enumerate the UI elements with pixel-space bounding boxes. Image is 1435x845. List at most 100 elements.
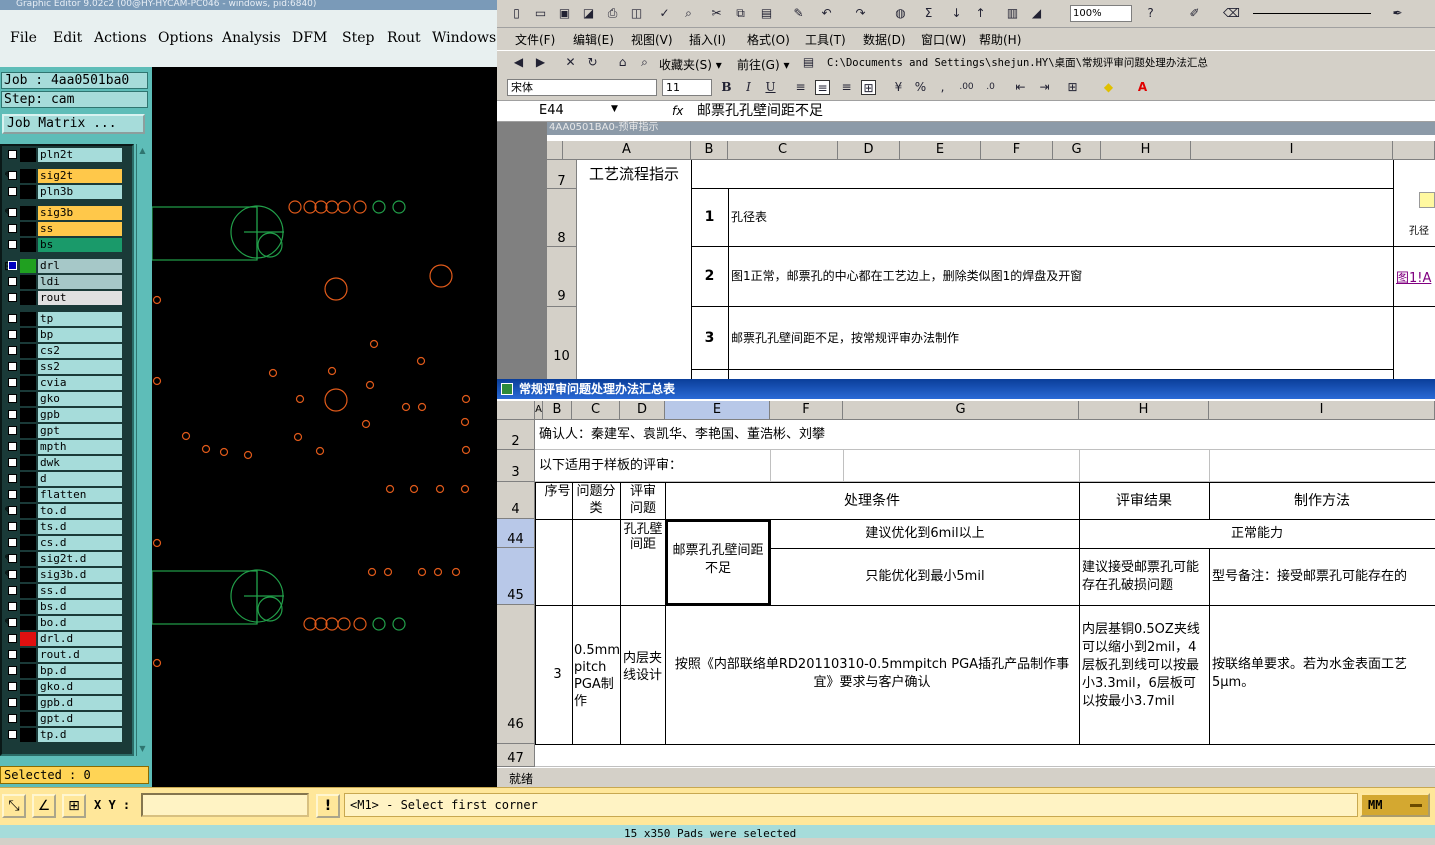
layer-checkbox[interactable] xyxy=(8,410,17,419)
font-name-select[interactable]: 宋体 xyxy=(507,79,657,96)
cell-e44-selected[interactable]: 邮票孔孔壁间距不足 xyxy=(666,520,770,605)
grid-icon[interactable]: ⊞ xyxy=(62,794,86,818)
permission-icon[interactable]: ◪ xyxy=(581,6,596,21)
format-painter-icon[interactable]: ✎ xyxy=(791,6,806,21)
layer-name[interactable]: drl xyxy=(38,259,122,273)
layer-name[interactable]: gpt.d xyxy=(38,712,122,726)
layer-name[interactable]: mpth xyxy=(38,440,122,454)
copy-icon[interactable]: ⧉ xyxy=(733,6,748,21)
layer-row-mpth[interactable]: mpth xyxy=(4,440,122,454)
row-header-45[interactable]: 45 xyxy=(497,548,535,605)
layer-name[interactable]: bs xyxy=(38,238,122,252)
layer-name[interactable]: cs2 xyxy=(38,344,122,358)
pcb-graphics[interactable] xyxy=(151,67,497,787)
units-dropdown-icon[interactable] xyxy=(1410,804,1422,807)
italic-icon[interactable]: I xyxy=(741,80,756,95)
row44-issue[interactable]: 孔孔壁间距 xyxy=(623,520,663,604)
layer-row-ss-d[interactable]: ss.d xyxy=(4,584,122,598)
formula-input[interactable]: 邮票孔孔壁间距不足 xyxy=(697,102,823,120)
col-header-h[interactable]: H xyxy=(1079,401,1209,420)
layer-list-scrollbar[interactable]: ▲ ▼ xyxy=(136,144,148,756)
layer-row-gko-d[interactable]: gko.d xyxy=(4,680,122,694)
header-seq[interactable]: 序号 xyxy=(543,483,572,519)
confirmers-text[interactable]: 确认人：秦建军、袁凯华、李艳国、董浩彬、刘攀 xyxy=(539,420,1139,449)
row-header-3[interactable]: 3 xyxy=(497,450,535,482)
show-web-toolbar-icon[interactable]: ▤ xyxy=(801,55,816,70)
layer-color-swatch[interactable] xyxy=(20,312,36,326)
menu-insert-cn[interactable]: 插入(I) xyxy=(689,31,726,48)
menu-edit-cn[interactable]: 编辑(E) xyxy=(573,31,614,48)
col-header-h[interactable]: H xyxy=(1101,141,1191,160)
layer-row-to-d[interactable]: to.d✎ xyxy=(4,504,122,518)
cell-a7[interactable]: 工艺流程指示 xyxy=(577,160,691,189)
layer-row-ldi[interactable]: ldi xyxy=(4,275,122,289)
layer-row-gpt-d[interactable]: gpt.d xyxy=(4,712,122,726)
print-icon[interactable]: ⎙ xyxy=(605,6,620,21)
undo-icon[interactable]: ↶ xyxy=(819,6,834,21)
layer-name[interactable]: bs.d xyxy=(38,600,122,614)
menu-file-cn[interactable]: 文件(F) xyxy=(515,31,555,48)
layer-checkbox[interactable] xyxy=(8,602,17,611)
layer-name[interactable]: sig2t.d xyxy=(38,552,122,566)
col-header-b[interactable]: B xyxy=(543,401,572,420)
layer-color-swatch[interactable] xyxy=(20,568,36,582)
layer-color-swatch[interactable] xyxy=(20,696,36,710)
font-color-icon[interactable]: A xyxy=(1135,80,1150,95)
back-icon[interactable]: ◀ xyxy=(511,55,526,70)
layer-row-bo-d[interactable]: bo.d✎ xyxy=(4,616,122,630)
layer-name[interactable]: to.d xyxy=(38,504,122,518)
col-header-i[interactable]: I xyxy=(1209,401,1435,420)
col-header-d[interactable]: D xyxy=(620,401,665,420)
col-header-g[interactable]: G xyxy=(843,401,1079,420)
layer-checkbox[interactable] xyxy=(8,682,17,691)
layer-color-swatch[interactable] xyxy=(20,536,36,550)
item-1-number[interactable]: 1 xyxy=(691,189,728,246)
layer-checkbox[interactable] xyxy=(8,394,17,403)
layer-row-gko[interactable]: gko xyxy=(4,392,122,406)
paste-icon[interactable]: ▤ xyxy=(759,6,774,21)
item-2-text[interactable]: 图1正常，邮票孔的中心都在工艺边上，删除类似图1的焊盘及开窗 xyxy=(731,247,1391,306)
goto-menu[interactable]: 前往(G) ▾ xyxy=(737,56,790,73)
menu-window-cn[interactable]: 窗口(W) xyxy=(921,31,966,48)
pen-color-icon[interactable]: ✒ xyxy=(1390,6,1405,21)
row-header-7[interactable]: 7 xyxy=(547,160,577,189)
layer-checkbox[interactable] xyxy=(8,522,17,531)
row46-category[interactable]: 0.5mm pitch PGA制作 xyxy=(574,606,620,744)
menu-windows[interactable]: Windows xyxy=(432,30,496,46)
menu-edit[interactable]: Edit xyxy=(53,30,82,46)
layer-row-sig3b[interactable]: sig3b✎ xyxy=(4,206,122,220)
job-matrix-button[interactable]: Job Matrix ... xyxy=(2,114,145,134)
header-method[interactable]: 制作方法 xyxy=(1209,483,1435,519)
fx-icon[interactable]: fx xyxy=(672,102,683,120)
layer-name[interactable]: ts.d xyxy=(38,520,122,534)
col-header-f[interactable]: F xyxy=(770,401,843,420)
layer-name[interactable]: bp xyxy=(38,328,122,342)
layer-color-swatch[interactable] xyxy=(20,291,36,305)
layer-name[interactable]: ss xyxy=(38,222,122,236)
row45-method[interactable]: 型号备注：接受邮票孔可能存在的 xyxy=(1212,549,1435,605)
layer-checkbox[interactable] xyxy=(8,442,17,451)
layer-row-cs2[interactable]: cs2 xyxy=(4,344,122,358)
layer-checkbox[interactable] xyxy=(8,474,17,483)
layer-row-pln3b[interactable]: pln3b xyxy=(4,185,122,199)
layer-name[interactable]: bp.d xyxy=(38,664,122,678)
layer-name[interactable]: drl.d xyxy=(38,632,122,646)
bold-icon[interactable]: B xyxy=(719,80,734,95)
row45-condition[interactable]: 只能优化到最小5mil xyxy=(771,549,1079,605)
layer-checkbox[interactable] xyxy=(8,634,17,643)
row46-method[interactable]: 按联络单要求。若为水金表面工艺5μm。 xyxy=(1212,606,1435,744)
layer-name[interactable]: gko.d xyxy=(38,680,122,694)
underline-icon[interactable]: U xyxy=(763,80,778,95)
layer-row-ss[interactable]: ss xyxy=(4,222,122,236)
layer-checkbox[interactable] xyxy=(8,293,17,302)
layer-color-swatch[interactable] xyxy=(20,275,36,289)
decrease-indent-icon[interactable]: ⇤ xyxy=(1013,80,1028,95)
research-icon[interactable]: ⌕ xyxy=(681,6,696,21)
new-icon[interactable]: ▯ xyxy=(509,6,524,21)
refresh-icon[interactable]: ↻ xyxy=(585,55,600,70)
stop-icon[interactable]: ✕ xyxy=(563,55,578,70)
layer-row-ss2[interactable]: ss2 xyxy=(4,360,122,374)
layer-row-gpb[interactable]: gpb xyxy=(4,408,122,422)
layer-color-swatch[interactable] xyxy=(20,360,36,374)
align-right-icon[interactable]: ≡ xyxy=(839,80,854,95)
